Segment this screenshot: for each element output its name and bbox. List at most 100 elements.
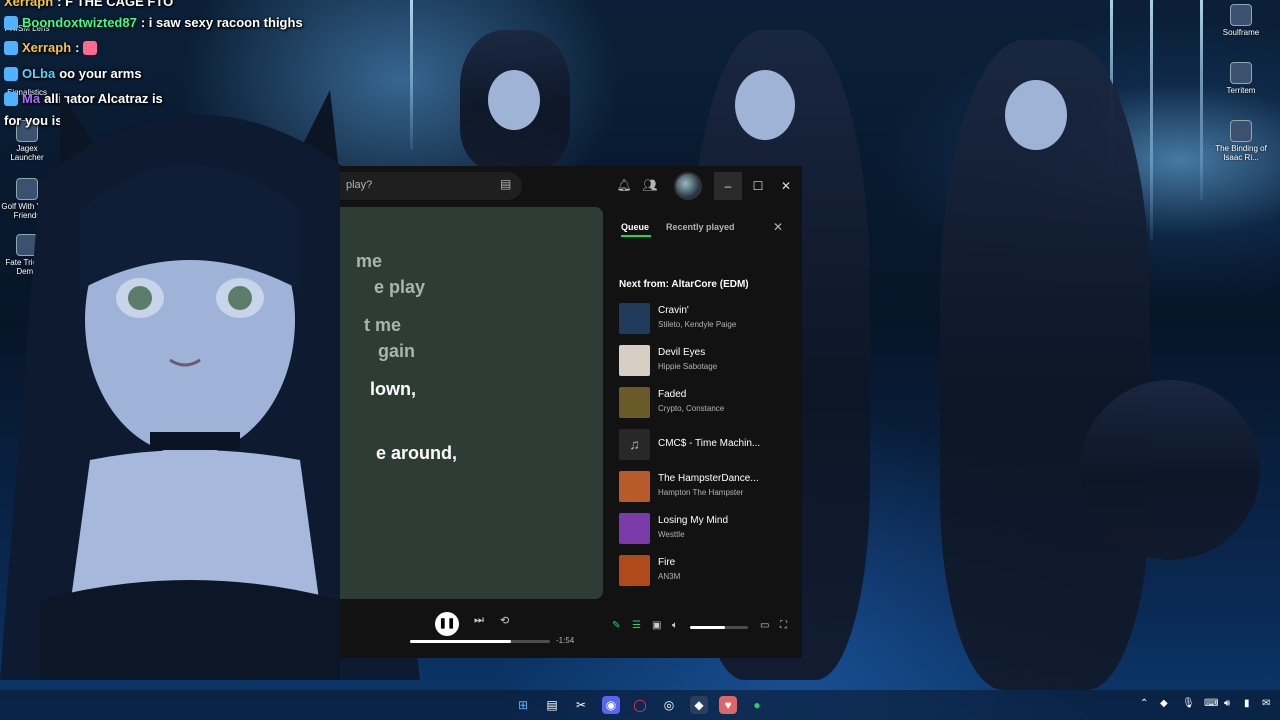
microphone-icon[interactable]: 🎙︎ bbox=[1182, 698, 1195, 709]
lyric-line[interactable]: me bbox=[356, 251, 382, 272]
emote-icon bbox=[83, 40, 98, 55]
territem-icon bbox=[1230, 62, 1252, 84]
miniplayer-icon[interactable]: ▭ bbox=[760, 620, 769, 631]
tray-overflow-icon[interactable]: ⌃ bbox=[1140, 698, 1148, 709]
next-icon[interactable]: ⏭ bbox=[474, 614, 484, 627]
speaker-icon[interactable]: 🔊︎ bbox=[1224, 698, 1230, 709]
avatar[interactable] bbox=[674, 172, 702, 200]
notifications-icon[interactable]: 🔔︎ bbox=[616, 178, 632, 194]
queue-next-from: Next from: AltarCore (EDM) bbox=[619, 279, 749, 290]
chat-text: : F THE CAGE FTO bbox=[57, 0, 174, 9]
lyric-line[interactable]: e play bbox=[374, 277, 425, 298]
network-icon[interactable]: ⌨ bbox=[1204, 698, 1218, 709]
queue-item[interactable]: Devil Eyes Hippie Sabotage bbox=[619, 345, 799, 381]
chat-text: : bbox=[75, 40, 80, 55]
pause-button[interactable]: ❚❚ bbox=[435, 612, 459, 636]
spotify-titlebar: play? ▤ 🔔︎ 👥︎ – ☐ ✕ bbox=[340, 166, 802, 206]
desktop-icon-label: The Binding of Isaac Ri... bbox=[1215, 144, 1267, 162]
explorer-icon[interactable]: ▤ bbox=[543, 696, 561, 714]
start-icon[interactable]: ⊞ bbox=[514, 696, 532, 714]
close-window-button[interactable]: ✕ bbox=[772, 172, 800, 200]
connect-device-icon[interactable]: ▣ bbox=[652, 620, 661, 631]
chat-message: Boondoxtwizted87: i saw sexy racoon thig… bbox=[4, 15, 303, 30]
progress-bar[interactable] bbox=[410, 640, 550, 643]
player-bar: ❚❚ ⏭ ⟲ -1:54 ✎ ☰ ▣ 🔈︎ ▭ ⛶ bbox=[340, 600, 802, 658]
album-art bbox=[619, 303, 650, 334]
tab-active-indicator bbox=[621, 235, 651, 237]
tab-queue[interactable]: Queue bbox=[621, 222, 649, 232]
character-tail bbox=[1080, 380, 1260, 560]
progress-fill bbox=[410, 640, 511, 643]
queue-item[interactable]: Losing My Mind Westtle bbox=[619, 513, 799, 549]
discord-icon[interactable]: ◉ bbox=[602, 696, 620, 714]
desktop-icon-label: Territem bbox=[1226, 86, 1256, 95]
queue-icon[interactable]: ☰ bbox=[632, 620, 641, 631]
browse-icon[interactable]: ▤ bbox=[500, 177, 518, 193]
volume-slider[interactable] bbox=[690, 626, 748, 629]
track-artist: Hampton The Hampster bbox=[658, 488, 744, 497]
spotify-window: play? ▤ 🔔︎ 👥︎ – ☐ ✕ me e play t me gain … bbox=[340, 166, 802, 658]
search-input[interactable]: play? bbox=[340, 172, 522, 200]
vine-decoration bbox=[1150, 0, 1153, 240]
lyrics-icon[interactable]: ✎ bbox=[612, 620, 620, 631]
spotify-icon[interactable]: ● bbox=[748, 696, 766, 714]
chat-username: Boondoxtwizted87 bbox=[22, 15, 137, 30]
album-art bbox=[619, 387, 650, 418]
app-icon[interactable]: ♥ bbox=[719, 696, 737, 714]
battery-icon[interactable]: ▮ bbox=[1244, 698, 1250, 709]
track-title: Devil Eyes bbox=[658, 347, 706, 358]
queue-item[interactable]: Fire AN3M bbox=[619, 555, 799, 591]
desktop-icon-territem[interactable]: Territem bbox=[1214, 62, 1268, 95]
close-queue-button[interactable]: ✕ bbox=[773, 220, 783, 234]
taskbar: ⊞ ▤ ✂ ◉ ◯ ◎ ◆ ♥ ● ⌃ ◆ 🎙︎ ⌨ 🔊︎ ▮ ✉ bbox=[0, 690, 1280, 720]
isaac-icon bbox=[1230, 120, 1252, 142]
queue-panel: Queue Recently played ✕ Next from: Altar… bbox=[609, 207, 802, 599]
chat-badge-icon bbox=[4, 40, 18, 55]
track-artist: Westtle bbox=[658, 530, 685, 539]
time-remaining: -1:54 bbox=[556, 636, 575, 645]
track-artist: Hippie Sabotage bbox=[658, 362, 718, 371]
track-title: Faded bbox=[658, 389, 687, 400]
notification-icon[interactable]: ✉ bbox=[1262, 698, 1270, 709]
desktop-icon-binding-of-isaac[interactable]: The Binding of Isaac Ri... bbox=[1214, 120, 1268, 162]
chat-username: Xerraph bbox=[22, 40, 72, 55]
soulframe-icon bbox=[1230, 4, 1252, 26]
desktop-icon-soulframe[interactable]: Soulframe bbox=[1214, 4, 1268, 37]
track-title: Fire bbox=[658, 557, 676, 568]
chat-message: Xerraph: bbox=[4, 40, 98, 55]
album-art bbox=[619, 345, 650, 376]
album-art bbox=[619, 555, 650, 586]
repeat-icon[interactable]: ⟲ bbox=[500, 614, 509, 627]
obs-icon[interactable]: ◎ bbox=[660, 696, 678, 714]
track-artist: AN3M bbox=[658, 572, 681, 581]
tab-recently-played[interactable]: Recently played bbox=[666, 222, 735, 232]
character-face bbox=[735, 70, 795, 140]
character-face bbox=[1005, 80, 1067, 150]
queue-item[interactable]: ♫ CMC$ - Time Machin... bbox=[619, 429, 799, 465]
maximize-button[interactable]: ☐ bbox=[744, 172, 772, 200]
capcut-icon[interactable]: ✂ bbox=[572, 696, 590, 714]
track-title: Losing My Mind bbox=[658, 515, 729, 526]
tray-steam-icon[interactable]: ◆ bbox=[1160, 698, 1168, 709]
fullscreen-icon[interactable]: ⛶ bbox=[780, 620, 787, 631]
steam-icon[interactable]: ◆ bbox=[690, 696, 708, 714]
queue-item[interactable]: The HampsterDance... Hampton The Hampste… bbox=[619, 471, 799, 507]
desktop: PRISM Lens Signalistics Jagex Launcher G… bbox=[0, 0, 1280, 720]
chat-badge-icon bbox=[4, 15, 18, 30]
lyric-line[interactable]: gain bbox=[378, 341, 415, 362]
track-artist: Stileto, Kendyle Paige bbox=[658, 320, 737, 329]
minimize-button[interactable]: – bbox=[714, 172, 742, 200]
music-note-icon: ♫ bbox=[619, 429, 650, 460]
character-face bbox=[488, 70, 540, 130]
lyric-line[interactable]: t me bbox=[364, 315, 401, 336]
volume-icon[interactable]: 🔈︎ bbox=[672, 620, 678, 631]
queue-item[interactable]: Faded Crypto, Constance bbox=[619, 387, 799, 423]
lyric-line-active[interactable]: e around, bbox=[376, 443, 457, 464]
track-artist: Crypto, Constance bbox=[658, 404, 725, 413]
search-placeholder: play? bbox=[346, 179, 373, 191]
friends-activity-icon[interactable]: 👥︎ bbox=[642, 178, 658, 194]
queue-item[interactable]: Cravin' Stileto, Kendyle Paige bbox=[619, 303, 799, 339]
lyric-line-active[interactable]: lown, bbox=[370, 379, 416, 400]
opera-icon[interactable]: ◯ bbox=[631, 696, 649, 714]
lyrics-panel: me e play t me gain lown, e around, bbox=[340, 207, 603, 599]
